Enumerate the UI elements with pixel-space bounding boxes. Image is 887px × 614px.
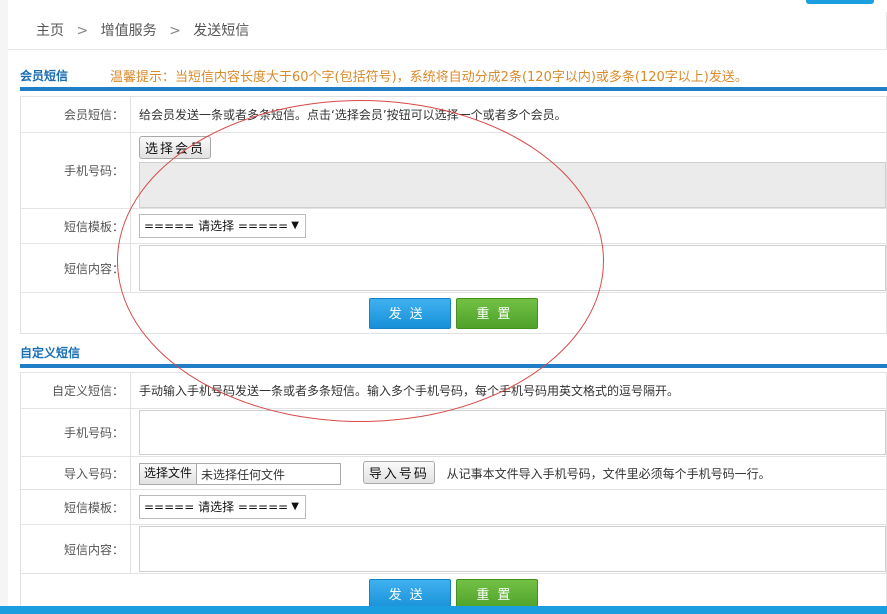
member-sms-divider (20, 87, 887, 91)
member-content-row: 短信内容： (20, 243, 887, 293)
custom-content-label: 短信内容： (20, 524, 131, 574)
member-template-label: 短信模板： (20, 208, 131, 244)
member-buttons-row: 发送 重置 (20, 292, 887, 334)
custom-template-label: 短信模板： (20, 489, 131, 525)
breadcrumb-separator: > (169, 23, 181, 39)
breadcrumb-service[interactable]: 增值服务 (101, 23, 157, 39)
member-desc-row: 会员短信： 给会员发送一条或者多条短信。点击‘选择会员’按钮可以选择一个或者多个… (20, 96, 887, 133)
custom-import-cell: 选择文件 未选择任何文件 导入号码 从记事本文件导入手机号码，文件里必须每个手机… (130, 456, 887, 490)
member-desc-text: 给会员发送一条或者多条短信。点击‘选择会员’按钮可以选择一个或者多个会员。 (130, 96, 887, 133)
custom-phone-label: 手机号码： (20, 408, 131, 457)
select-member-button[interactable]: 选择会员 (139, 136, 212, 159)
import-note: 从记事本文件导入手机号码，文件里必须每个手机号码一行。 (446, 466, 771, 481)
chevron-down-icon: ▼ (291, 501, 299, 512)
custom-phone-textarea[interactable] (139, 410, 886, 455)
member-template-row: 短信模板： ===== 请选择 ===== ▼ (20, 208, 887, 244)
custom-content-textarea[interactable] (139, 526, 886, 572)
member-content-label: 短信内容： (20, 243, 131, 293)
custom-sms-title: 自定义短信 (20, 346, 81, 360)
member-reset-button[interactable]: 重置 (456, 297, 539, 329)
file-input[interactable]: 选择文件 未选择任何文件 (139, 463, 341, 486)
breadcrumb-separator: > (76, 23, 89, 39)
choose-file-button[interactable]: 选择文件 (140, 464, 198, 485)
custom-import-label: 导入号码： (20, 456, 131, 490)
breadcrumb: 主页 > 增值服务 > 发送短信 (8, 12, 887, 50)
custom-template-cell: ===== 请选择 ===== ▼ (130, 489, 887, 525)
member-template-cell: ===== 请选择 ===== ▼ (130, 208, 887, 244)
top-right-button[interactable] (806, 0, 874, 4)
breadcrumb-home[interactable]: 主页 (36, 23, 64, 39)
custom-import-row: 导入号码： 选择文件 未选择任何文件 导入号码 从记事本文件导入手机号码，文件里… (20, 456, 887, 490)
member-phone-label: 手机号码： (20, 132, 131, 209)
custom-desc-text: 手动输入手机号码发送一条或者多条短信。输入多个手机号码，每个手机号码用英文格式的… (130, 372, 887, 409)
member-content-cell (130, 243, 887, 293)
member-template-select[interactable]: ===== 请选择 ===== ▼ (139, 214, 306, 238)
member-sms-form: 会员短信： 给会员发送一条或者多条短信。点击‘选择会员’按钮可以选择一个或者多个… (20, 96, 887, 334)
member-sms-title: 会员短信 (20, 69, 69, 83)
custom-template-select[interactable]: ===== 请选择 ===== ▼ (139, 495, 306, 519)
member-phone-cell: 选择会员 (130, 132, 887, 209)
custom-desc-label: 自定义短信： (20, 372, 131, 409)
member-sms-hint: 温馨提示：当短信内容长度大于60个字(包括符号)，系统将自动分成2条(120字以… (110, 70, 748, 85)
member-desc-label: 会员短信： (20, 96, 131, 133)
custom-phone-cell (130, 408, 887, 457)
custom-reset-button[interactable]: 重置 (456, 578, 539, 610)
custom-send-button[interactable]: 发送 (368, 578, 451, 610)
custom-template-row: 短信模板： ===== 请选择 ===== ▼ (20, 489, 887, 525)
member-phone-area[interactable] (139, 162, 886, 208)
import-number-button[interactable]: 导入号码 (362, 460, 435, 484)
custom-template-value: ===== 请选择 ===== (144, 500, 289, 514)
custom-content-cell (130, 524, 887, 574)
no-file-text: 未选择任何文件 (201, 467, 286, 482)
breadcrumb-current: 发送短信 (193, 23, 250, 39)
custom-sms-form: 自定义短信： 手动输入手机号码发送一条或者多条短信。输入多个手机号码，每个手机号… (20, 372, 887, 614)
bottom-bar (0, 606, 887, 614)
custom-sms-divider (20, 364, 887, 368)
custom-desc-row: 自定义短信： 手动输入手机号码发送一条或者多条短信。输入多个手机号码，每个手机号… (20, 372, 887, 409)
member-buttons-cell: 发送 重置 (20, 292, 887, 334)
member-template-value: ===== 请选择 ===== (144, 219, 289, 233)
custom-content-row: 短信内容： (20, 524, 887, 574)
custom-phone-row: 手机号码： (20, 408, 887, 457)
member-content-textarea[interactable] (139, 245, 886, 291)
member-phone-row: 手机号码： 选择会员 (20, 132, 887, 209)
chevron-down-icon: ▼ (291, 220, 299, 231)
member-send-button[interactable]: 发送 (368, 297, 451, 329)
